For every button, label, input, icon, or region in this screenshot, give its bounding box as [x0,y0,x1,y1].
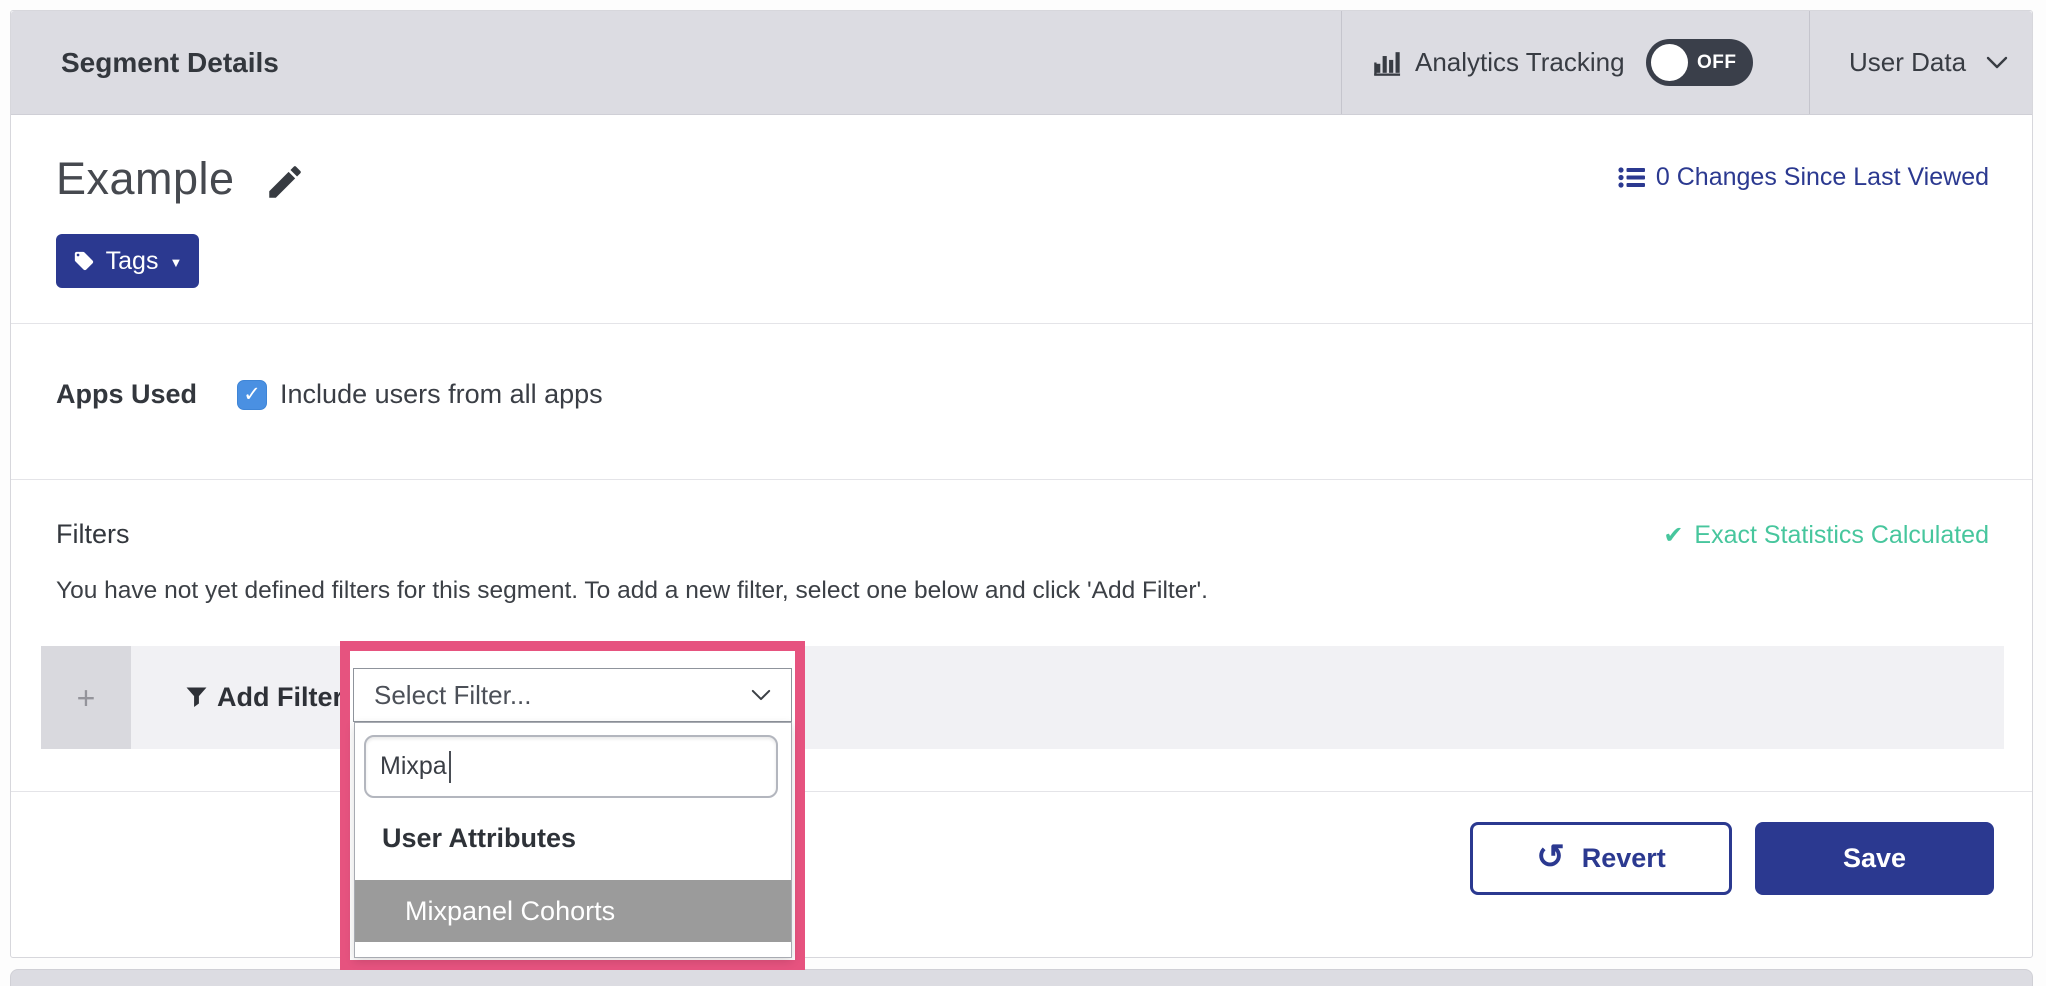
chevron-down-icon [751,689,771,701]
revert-button[interactable]: ↺ Revert [1470,822,1732,895]
analytics-tracking-label: Analytics Tracking [1415,47,1625,78]
list-icon [1618,166,1645,189]
save-button[interactable]: Save [1755,822,1994,895]
checkmark-icon: ✓ [243,382,261,407]
undo-icon: ↺ [1536,840,1565,874]
segment-name: Example [56,153,235,205]
filter-funnel-icon [186,687,207,708]
changes-link-label: 0 Changes Since Last Viewed [1656,163,1989,192]
add-filter-label: Add Filter [217,682,343,713]
header-divider [1809,11,1810,114]
segment-details-card: Segment Details Analytics Tracking [10,10,2033,958]
header-divider [1341,11,1342,114]
toggle-state-label: OFF [1697,52,1737,74]
add-filter-row: + Add Filter [41,646,2004,749]
filter-select[interactable]: Select Filter... [353,668,792,722]
include-all-apps-checkbox[interactable]: ✓ [237,380,267,410]
section-divider [11,791,2032,792]
changes-since-last-viewed-link[interactable]: 0 Changes Since Last Viewed [1618,163,1989,192]
caret-down-icon: ▼ [169,253,182,269]
filters-empty-text: You have not yet defined filters for thi… [56,577,1208,605]
include-all-apps-label: Include users from all apps [280,379,603,410]
text-cursor [449,751,451,783]
filters-title: Filters [56,519,130,550]
filter-search-input[interactable]: Mixpa [364,735,778,798]
analytics-tracking-group: Analytics Tracking OFF [1371,11,1753,114]
revert-button-label: Revert [1582,843,1666,874]
add-filter-plus-button[interactable]: + [41,646,131,749]
exact-statistics-status: ✔ Exact Statistics Calculated [1663,521,1989,550]
filter-select-value: Select Filter... [374,680,532,711]
page: Segment Details Analytics Tracking [0,0,2046,986]
card-header: Segment Details Analytics Tracking [11,11,2032,115]
page-title: Segment Details [61,47,279,79]
dropdown-option-mixpanel-cohorts[interactable]: Mixpanel Cohorts [355,880,791,942]
search-input-value: Mixpa [380,752,447,781]
chevron-down-icon [1986,56,2008,69]
toggle-knob [1651,44,1688,81]
annotation-highlight-box: Select Filter... Mixpa User Attributes M… [340,641,805,970]
apps-used-row: Apps Used ✓ Include users from all apps [56,379,603,410]
dropdown-option-label: Mixpanel Cohorts [405,896,615,927]
tags-button[interactable]: Tags ▼ [56,234,199,288]
bar-chart-icon [1371,47,1402,78]
edit-pencil-icon[interactable] [264,161,306,203]
section-divider [11,479,2032,480]
success-check-icon: ✔ [1663,524,1683,548]
apps-used-label: Apps Used [56,379,197,410]
user-data-label: User Data [1849,47,1966,78]
plus-icon: + [77,682,96,714]
user-data-dropdown[interactable]: User Data [1849,11,2008,114]
analytics-tracking-toggle[interactable]: OFF [1646,39,1753,86]
dropdown-group-header: User Attributes [382,823,576,854]
next-section-bar [10,969,2033,986]
tags-button-label: Tags [106,247,159,276]
save-button-label: Save [1843,843,1906,874]
filter-dropdown-panel: Mixpa User Attributes Mixpanel Cohorts [354,722,792,958]
tag-icon [73,250,95,272]
section-divider [11,323,2032,324]
exact-statistics-label: Exact Statistics Calculated [1694,521,1989,550]
